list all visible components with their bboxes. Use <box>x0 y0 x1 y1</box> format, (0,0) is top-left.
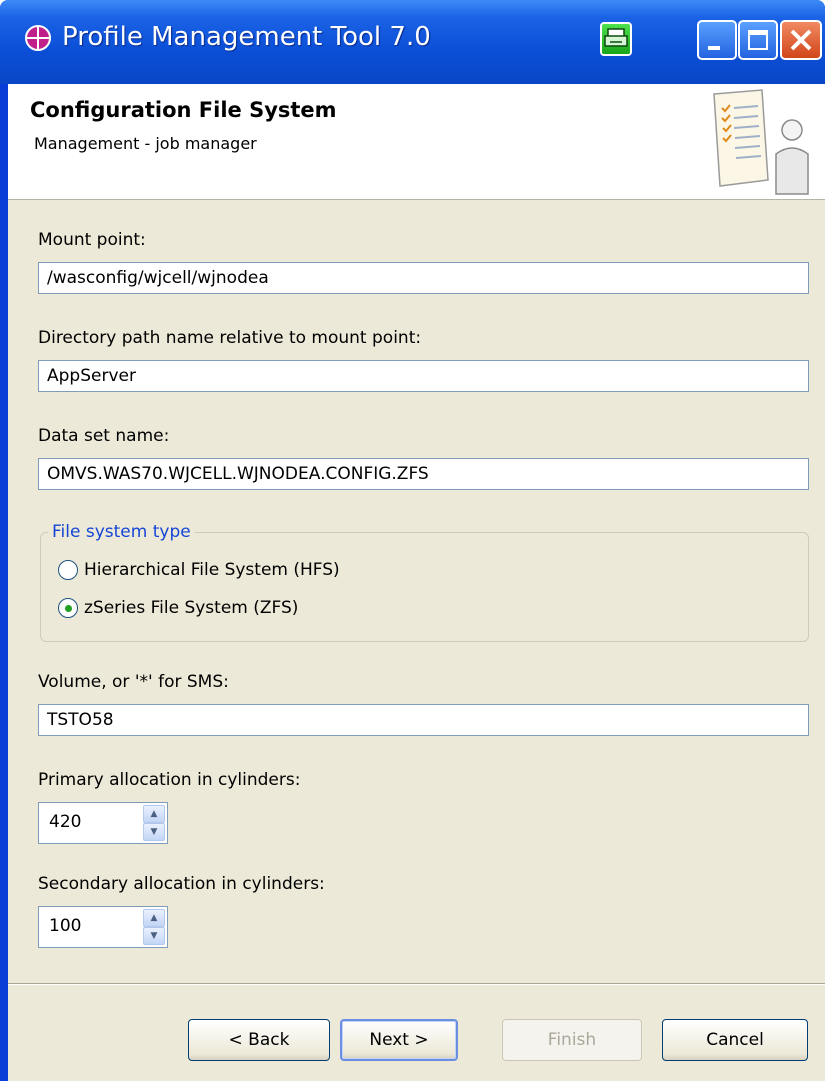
secondary-decrement-button[interactable]: ▼ <box>143 927 165 945</box>
secondary-allocation-value: 100 <box>49 916 82 936</box>
secondary-allocation-spinner[interactable]: 100 ▲ ▼ <box>38 906 168 948</box>
primary-increment-button[interactable]: ▲ <box>143 805 165 823</box>
back-button[interactable]: < Back <box>188 1019 330 1061</box>
directory-path-label: Directory path name relative to mount po… <box>38 328 422 348</box>
secondary-increment-button[interactable]: ▲ <box>143 909 165 927</box>
secondary-allocation-label: Secondary allocation in cylinders: <box>38 874 325 894</box>
directory-path-input[interactable]: AppServer <box>38 360 809 392</box>
chevron-up-icon: ▲ <box>150 809 158 819</box>
printer-icon <box>604 28 628 47</box>
primary-allocation-value: 420 <box>49 812 82 832</box>
zfs-radio-button[interactable] <box>58 598 78 618</box>
title-bar[interactable]: Profile Management Tool 7.0 <box>0 0 825 84</box>
hfs-radio-label: Hierarchical File System (HFS) <box>84 560 340 580</box>
cancel-button[interactable]: Cancel <box>662 1019 808 1061</box>
hfs-radio-button[interactable] <box>58 560 78 580</box>
zfs-radio-label: zSeries File System (ZFS) <box>84 598 299 618</box>
finish-button: Finish <box>502 1019 642 1061</box>
maximize-icon <box>748 30 768 50</box>
dialog-body: Configuration File System Management - j… <box>8 84 825 1081</box>
next-button[interactable]: Next > <box>340 1019 458 1061</box>
minimize-button[interactable] <box>697 20 737 60</box>
wizard-header: Configuration File System Management - j… <box>8 84 825 200</box>
window: Profile Management Tool 7.0 Configuratio… <box>0 0 825 1081</box>
primary-decrement-button[interactable]: ▼ <box>143 823 165 841</box>
primary-allocation-label: Primary allocation in cylinders: <box>38 770 301 790</box>
footer-separator <box>8 983 825 985</box>
file-system-type-legend: File system type <box>48 522 195 542</box>
checklist-person-icon <box>713 89 809 195</box>
app-globe-icon <box>25 25 51 51</box>
chevron-down-icon: ▼ <box>150 931 158 941</box>
window-title: Profile Management Tool 7.0 <box>62 22 431 52</box>
hfs-radio-option[interactable]: Hierarchical File System (HFS) <box>58 560 340 580</box>
volume-label: Volume, or '*' for SMS: <box>38 672 229 692</box>
mount-point-label: Mount point: <box>38 230 146 250</box>
page-title: Configuration File System <box>30 98 337 122</box>
volume-input[interactable]: TSTO58 <box>38 704 809 736</box>
primary-allocation-spinner[interactable]: 420 ▲ ▼ <box>38 802 168 844</box>
maximize-button[interactable] <box>738 20 778 60</box>
zfs-radio-option[interactable]: zSeries File System (ZFS) <box>58 598 298 618</box>
print-button[interactable] <box>600 22 632 56</box>
chevron-up-icon: ▲ <box>150 913 158 923</box>
mount-point-input[interactable]: /wasconfig/wjcell/wjnodea <box>38 262 809 294</box>
chevron-down-icon: ▼ <box>150 827 158 837</box>
close-button[interactable] <box>780 20 822 60</box>
page-subtitle: Management - job manager <box>34 134 257 153</box>
data-set-name-input[interactable]: OMVS.WAS70.WJCELL.WJNODEA.CONFIG.ZFS <box>38 458 809 490</box>
data-set-name-label: Data set name: <box>38 426 170 446</box>
file-system-type-group <box>40 532 809 642</box>
minimize-icon <box>708 46 720 50</box>
close-icon <box>790 29 812 51</box>
